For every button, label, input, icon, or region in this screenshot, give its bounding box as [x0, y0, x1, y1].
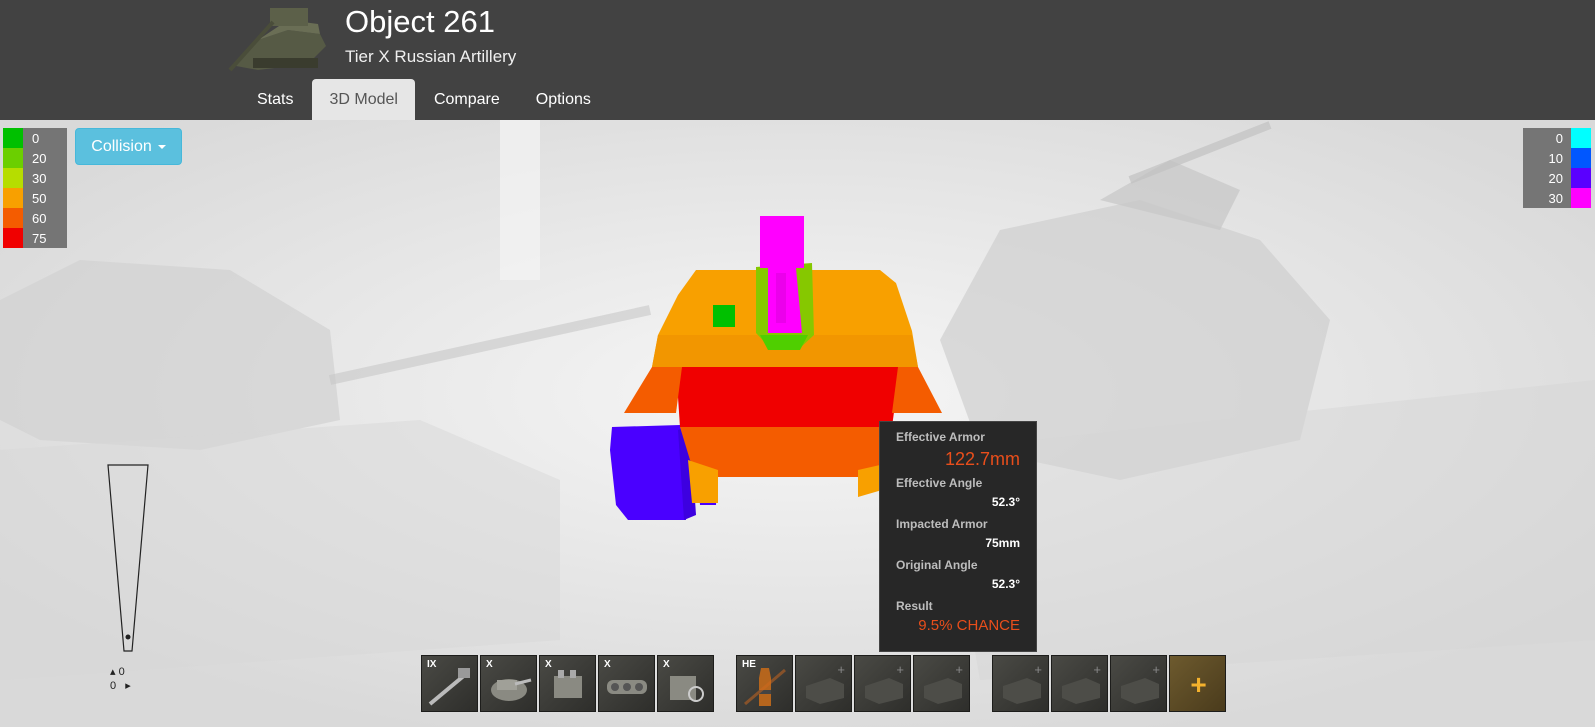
upper-glacis [676, 367, 900, 427]
yaw-arrow-icon: ▸ [116, 680, 131, 692]
pitch-up-icon: ▴ [110, 666, 119, 678]
module-slot-turret[interactable]: X [480, 655, 537, 712]
armor-legend: 0 20 30 50 60 75 [3, 128, 67, 248]
impacted-armor-value: 75mm [985, 536, 1020, 550]
page-subtitle: Tier X Russian Artillery [345, 47, 517, 66]
spaced-armor-legend: 0 10 20 30 [1523, 128, 1591, 208]
pitch-value: 0 [118, 666, 125, 678]
3d-viewport[interactable]: 0 20 30 50 60 75 0 10 20 30 Collision Ef… [0, 120, 1595, 727]
legend-row: 20 [3, 148, 67, 168]
equipment-slot-empty[interactable]: + [1051, 655, 1108, 712]
page-title: Object 261 [345, 4, 495, 39]
radio-icon [670, 676, 704, 702]
collision-label: Collision [91, 137, 152, 155]
turret-icon [491, 678, 532, 701]
result-value: 9.5% CHANCE [918, 617, 1020, 634]
module-slot-gun[interactable]: IX [421, 655, 478, 712]
ammo-slot-empty[interactable]: + [913, 655, 970, 712]
vision-block [713, 305, 735, 327]
legend-row: 20 [1523, 168, 1591, 188]
gun-icon [428, 668, 470, 706]
result-label: Result [896, 599, 933, 613]
legend-row: 30 [1523, 188, 1591, 208]
equipment-bar: IX X X X X HE + + + + + + + [421, 655, 1228, 715]
tab-compare[interactable]: Compare [417, 79, 517, 120]
module-slot-radio[interactable]: X [657, 655, 714, 712]
empty-slot-icon [806, 678, 844, 704]
legend-row: 10 [1523, 148, 1591, 168]
left-track [610, 425, 688, 520]
side-skirt-left [624, 367, 682, 413]
empty-slot-icon [865, 678, 903, 704]
module-slot-engine[interactable]: X [539, 655, 596, 712]
caret-down-icon [157, 144, 166, 149]
effective-armor-label: Effective Armor [896, 430, 985, 444]
ammo-slot-empty[interactable]: + [795, 655, 852, 712]
impacted-armor-label: Impacted Armor [896, 517, 988, 531]
plus-icon: + [1190, 669, 1207, 700]
ammo-slot-empty[interactable]: + [854, 655, 911, 712]
tab-stats[interactable]: Stats [240, 79, 310, 120]
effective-angle-value: 52.3° [991, 495, 1020, 509]
effective-armor-value: 122.7mm [944, 449, 1020, 469]
legend-row: 50 [3, 188, 67, 208]
legend-row: 75 [3, 228, 67, 248]
equipment-slot-empty[interactable]: + [992, 655, 1049, 712]
tracks-icon [607, 680, 647, 694]
legend-row: 30 [3, 168, 67, 188]
add-consumable-button[interactable]: + [1169, 655, 1226, 712]
ammo-slot-he[interactable]: HE [736, 655, 793, 712]
empty-slot-icon [1003, 678, 1041, 704]
module-slot-tracks[interactable]: X [598, 655, 655, 712]
effective-angle-label: Effective Angle [896, 476, 983, 490]
view-angle-indicator [107, 464, 149, 652]
gun-barrel [760, 216, 804, 268]
tab-bar: Stats 3D Model Compare Options [240, 79, 610, 120]
engine-icon [554, 670, 582, 698]
original-angle-label: Original Angle [896, 558, 978, 572]
tab-options[interactable]: Options [519, 79, 608, 120]
shell-icon [744, 668, 786, 706]
tank-thumbnail [228, 0, 330, 74]
header: Object 261 Tier X Russian Artillery Stat… [0, 0, 1595, 121]
tab-3d-model[interactable]: 3D Model [312, 79, 415, 120]
original-angle-value: 52.3° [991, 577, 1020, 591]
side-skirt-right [892, 367, 942, 413]
armor-tooltip: Effective Armor 122.7mm Effective Angle … [879, 421, 1037, 652]
legend-row: 0 [1523, 128, 1591, 148]
collision-dropdown-button[interactable]: Collision [75, 128, 182, 165]
equipment-slot-empty[interactable]: + [1110, 655, 1167, 712]
empty-slot-icon [924, 678, 962, 704]
empty-slot-icon [1121, 678, 1159, 704]
view-angle-readout: ▴ 0 0 ▸ [110, 665, 131, 693]
legend-row: 60 [3, 208, 67, 228]
empty-slot-icon [1062, 678, 1100, 704]
legend-row: 0 [3, 128, 67, 148]
